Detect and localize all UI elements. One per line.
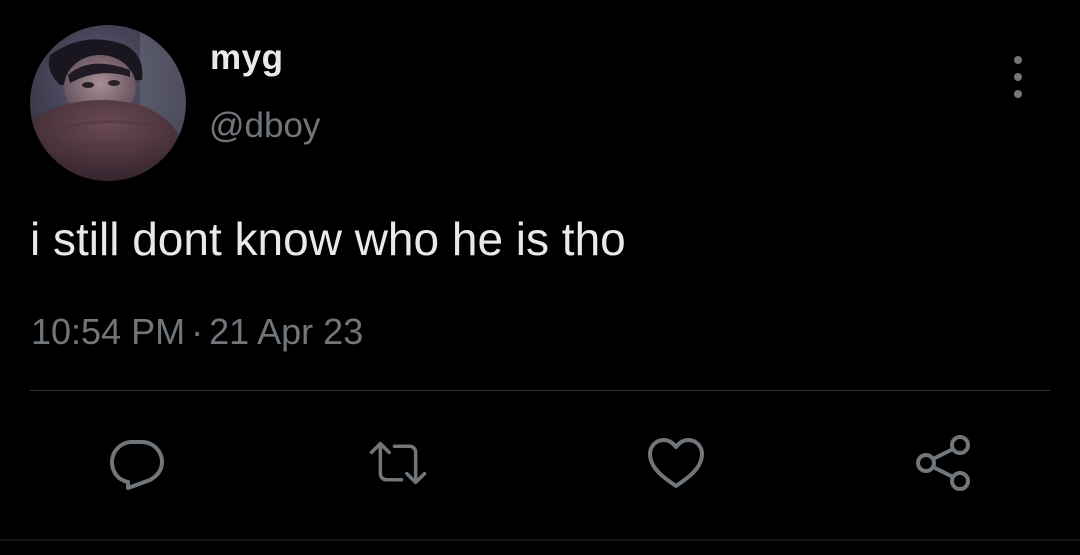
- reply-icon: [110, 440, 164, 490]
- divider: [30, 390, 1050, 391]
- more-options-button[interactable]: [1000, 52, 1036, 102]
- user-handle[interactable]: @dboy: [209, 106, 320, 146]
- tweet-time: 10:54 PM: [31, 311, 186, 352]
- more-vertical-icon-dot: [1014, 73, 1022, 81]
- timestamp-separator: ·: [191, 311, 204, 352]
- like-button[interactable]: [646, 433, 706, 493]
- retweet-icon: [369, 441, 427, 485]
- heart-icon: [648, 438, 704, 488]
- bottom-divider: [0, 539, 1080, 541]
- avatar-image: [30, 25, 186, 181]
- tweet-date: 21 Apr 23: [209, 311, 364, 352]
- share-icon: [916, 435, 970, 491]
- tweet-timestamp[interactable]: 10:54 PM · 21 Apr 23: [31, 311, 363, 353]
- tweet-text: i still dont know who he is tho: [30, 213, 626, 265]
- reply-button[interactable]: [107, 433, 167, 493]
- tweet-card: myg @dboy i still dont know who he is th…: [0, 0, 1080, 555]
- retweet-button[interactable]: [368, 433, 428, 493]
- avatar[interactable]: [30, 25, 186, 181]
- share-button[interactable]: [914, 433, 974, 493]
- more-vertical-icon-dot: [1014, 90, 1022, 98]
- more-vertical-icon: [1014, 56, 1022, 64]
- display-name[interactable]: myg: [210, 38, 283, 78]
